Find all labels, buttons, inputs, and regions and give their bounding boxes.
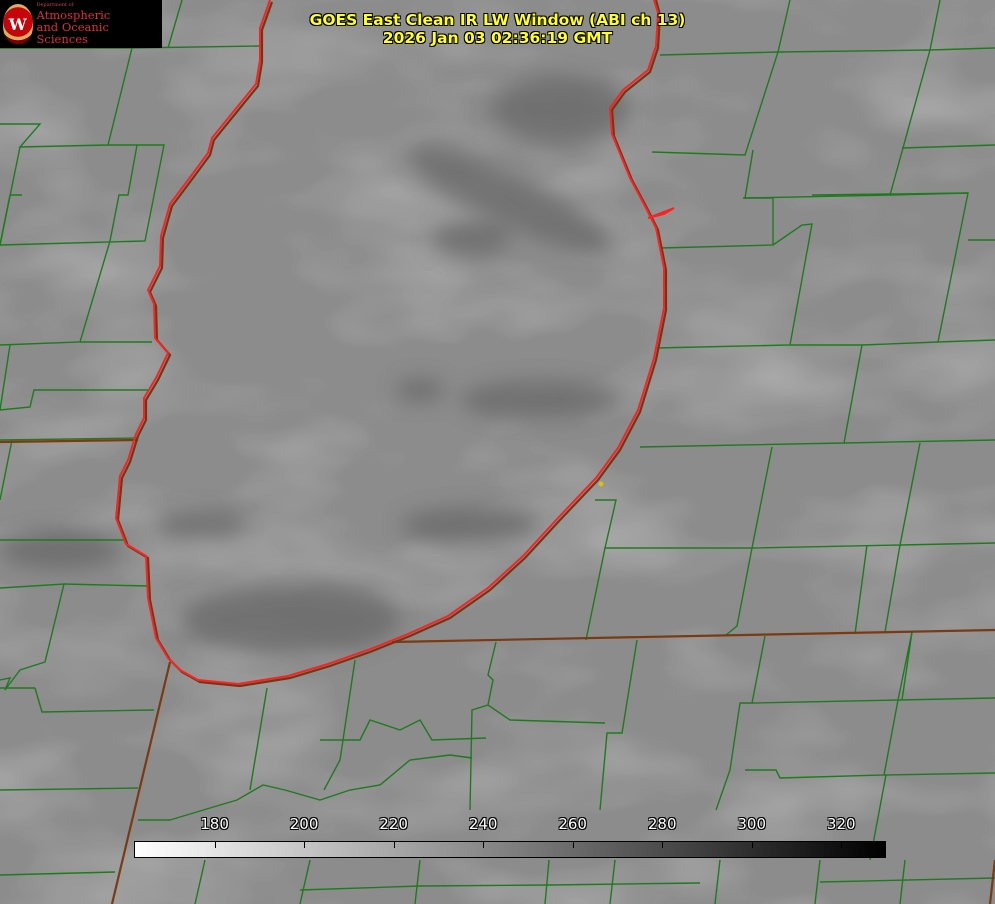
colorbar-tick-mark: [751, 842, 753, 848]
title-line-2: 2026 Jan 03 02:36:19 GMT: [382, 29, 613, 47]
satellite-map: [0, 0, 995, 904]
colorbar-tick-label: 220: [379, 815, 408, 833]
colorbar-tick-label: 180: [200, 815, 229, 833]
colorbar: [134, 841, 886, 858]
colorbar-tick-label: 280: [647, 815, 677, 833]
colorbar-tick-label: 300: [737, 815, 767, 833]
colorbar-tick-label: 240: [468, 815, 498, 833]
location-marker: [598, 481, 604, 487]
ir-texture: [0, 0, 995, 904]
colorbar-tick-mark: [483, 842, 485, 848]
colorbar-tick-mark: [304, 842, 306, 848]
colorbar-tick-mark: [393, 842, 395, 848]
colorbar-tick-label: 200: [289, 815, 319, 833]
colorbar-tick-mark: [214, 842, 216, 848]
colorbar-tick-mark: [572, 842, 574, 848]
image-title: GOES East Clean IR LW Window (ABI ch 13)…: [0, 11, 995, 47]
title-line-1: GOES East Clean IR LW Window (ABI ch 13): [309, 11, 686, 29]
colorbar-tick-label: 320: [826, 815, 856, 833]
colorbar-tick-mark: [662, 842, 664, 848]
colorbar-tick-label: 260: [558, 815, 587, 833]
colorbar-tick-mark: [841, 842, 843, 848]
